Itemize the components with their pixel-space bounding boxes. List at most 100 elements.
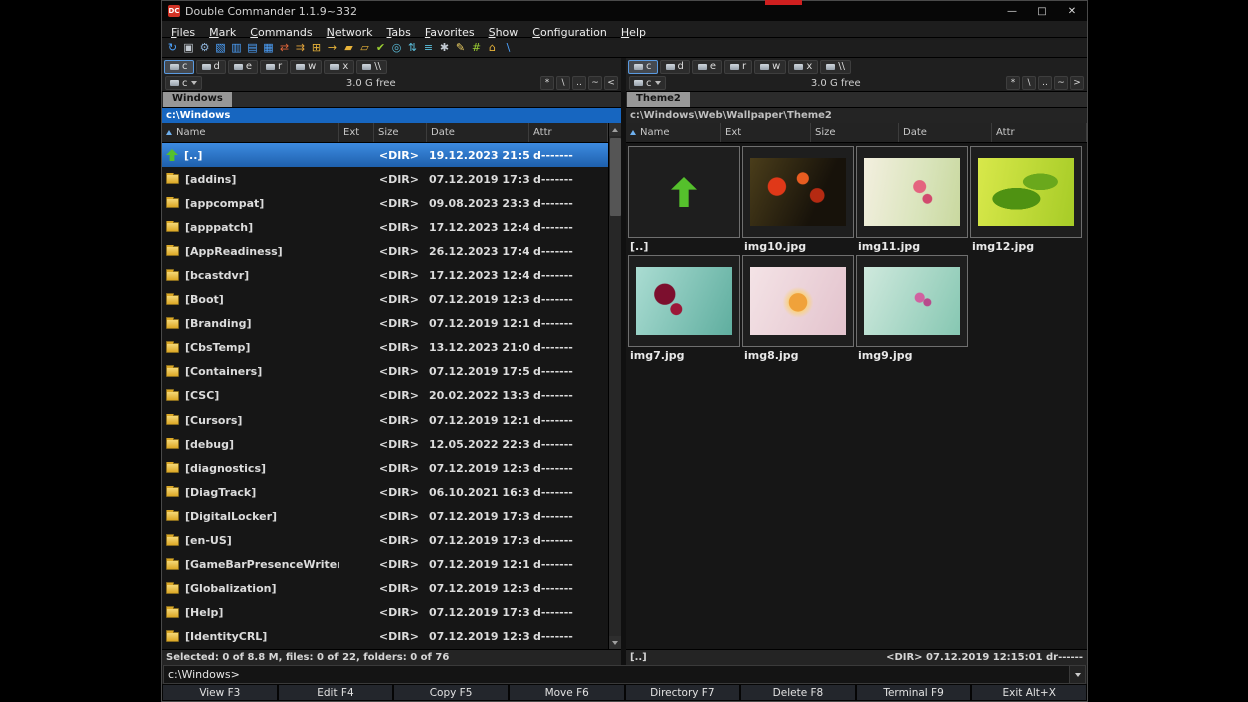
fn-terminal-f9[interactable]: Terminal F9 [857, 685, 971, 700]
drive-button-x-right[interactable]: x [788, 60, 818, 74]
command-prompt[interactable]: c:\Windows> [168, 668, 1069, 681]
scroll-up-icon[interactable] [609, 123, 621, 136]
sync-dirs-icon[interactable]: ⇅ [405, 40, 420, 55]
quick-select-left[interactable]: * [540, 76, 554, 90]
path-bar-right[interactable]: c:\Windows\Web\Wallpaper\Theme2 [626, 108, 1087, 123]
tab-theme2[interactable]: Theme2 [627, 92, 690, 107]
edit-file-icon[interactable]: ✎ [453, 40, 468, 55]
column-header-size[interactable]: Size [374, 123, 427, 142]
fn-move-f6[interactable]: Move F6 [510, 685, 624, 700]
file-row-csc[interactable]: [CSC] <DIR> 20.02.2022 13:35:56 d------- [162, 384, 608, 408]
copy-icon[interactable]: ⊞ [309, 40, 324, 55]
quick-parent-right[interactable]: .. [1038, 76, 1052, 90]
quick-home-right[interactable]: ~ [1054, 76, 1068, 90]
column-header-ext[interactable]: Ext [339, 123, 374, 142]
file-row-cursors[interactable]: [Cursors] <DIR> 07.12.2019 12:14:54 d---… [162, 408, 608, 432]
thumbnail-img10[interactable]: img10.jpg [742, 146, 854, 253]
file-row-cbstemp[interactable]: [CbsTemp] <DIR> 13.12.2023 21:02:03 d---… [162, 336, 608, 360]
drive-button-e-right[interactable]: e [692, 60, 722, 74]
thumbnail-img11[interactable]: img11.jpg [856, 146, 968, 253]
file-row-bcastdvr[interactable]: [bcastdvr] <DIR> 17.12.2023 12:48:17 d--… [162, 263, 608, 287]
checksum-icon[interactable]: # [469, 40, 484, 55]
compare-contents-icon[interactable]: ≡ [421, 40, 436, 55]
quick-parent-left[interactable]: .. [572, 76, 586, 90]
quick-history-right[interactable]: > [1070, 76, 1084, 90]
column-header-ext[interactable]: Ext [721, 123, 811, 142]
scrollbar-vertical[interactable] [608, 123, 621, 649]
path-bar-left[interactable]: c:\Windows [162, 108, 621, 123]
pack-icon[interactable]: ▰ [341, 40, 356, 55]
column-header-size[interactable]: Size [811, 123, 899, 142]
drive-button-x-left[interactable]: x [324, 60, 354, 74]
move-icon[interactable]: → [325, 40, 340, 55]
drive-button-r-left[interactable]: r [260, 60, 288, 74]
quick-select-right[interactable]: * [1006, 76, 1020, 90]
file-row-branding[interactable]: [Branding] <DIR> 07.12.2019 12:14:52 d--… [162, 312, 608, 336]
multi-rename-icon[interactable]: ✱ [437, 40, 452, 55]
column-header-attr[interactable]: Attr [992, 123, 1087, 142]
file-row-diagtrack[interactable]: [DiagTrack] <DIR> 06.10.2021 16:36:17 d-… [162, 480, 608, 504]
file-row-digitallocker[interactable]: [DigitalLocker] <DIR> 07.12.2019 17:34:3… [162, 504, 608, 528]
file-row-up[interactable]: [..] <DIR> 19.12.2023 21:52:53 d------- [162, 143, 608, 167]
drive-button-w-left[interactable]: w [290, 60, 322, 74]
drive-button-c-left[interactable]: c [164, 60, 194, 74]
drive-button-c-right[interactable]: c [628, 60, 658, 74]
file-row-addins[interactable]: [addins] <DIR> 07.12.2019 17:35:43 d----… [162, 167, 608, 191]
close-button[interactable]: ✕ [1057, 1, 1087, 21]
thumbnail-img9[interactable]: img9.jpg [856, 255, 968, 362]
fn-view-f3[interactable]: View F3 [163, 685, 277, 700]
thumbnail-grid[interactable]: [..] img10.jpg img [626, 143, 1087, 649]
maximize-button[interactable]: □ [1027, 1, 1057, 21]
drive-button-network-right[interactable]: \\ [820, 60, 851, 74]
column-header-attr[interactable]: Attr [529, 123, 608, 142]
drive-button-e-left[interactable]: e [228, 60, 258, 74]
full-view-icon[interactable]: ▤ [245, 40, 260, 55]
fn-edit-f4[interactable]: Edit F4 [279, 685, 393, 700]
command-line[interactable]: c:\Windows> [163, 665, 1086, 684]
fn-copy-f5[interactable]: Copy F5 [394, 685, 508, 700]
tree-view-icon[interactable]: ▧ [213, 40, 228, 55]
fn-exit-altx[interactable]: Exit Alt+X [972, 685, 1086, 700]
column-header-name[interactable]: Name [162, 123, 339, 142]
file-row-containers[interactable]: [Containers] <DIR> 07.12.2019 17:58:40 d… [162, 360, 608, 384]
file-row-identitycrl[interactable]: [IdentityCRL] <DIR> 07.12.2019 12:31:03 … [162, 625, 608, 649]
refresh-icon[interactable]: ↻ [165, 40, 180, 55]
drive-combo-left[interactable]: c [165, 76, 202, 90]
quick-home-left[interactable]: ~ [588, 76, 602, 90]
file-row-en-us[interactable]: [en-US] <DIR> 07.12.2019 17:34:32 d-----… [162, 529, 608, 553]
tab-windows[interactable]: Windows [163, 92, 232, 107]
file-row-appcompat[interactable]: [appcompat] <DIR> 09.08.2023 23:34:49 d-… [162, 191, 608, 215]
quick-root-right[interactable]: \ [1022, 76, 1036, 90]
quick-root-left[interactable]: \ [556, 76, 570, 90]
thumbnail-img12[interactable]: img12.jpg [970, 146, 1082, 253]
file-row-gamebarpresencewriter[interactable]: [GameBarPresenceWriter] <DIR> 07.12.2019… [162, 553, 608, 577]
thumbnail-img8[interactable]: img8.jpg [742, 255, 854, 362]
column-header-date[interactable]: Date [899, 123, 992, 142]
column-header-date[interactable]: Date [427, 123, 529, 142]
drive-button-network-left[interactable]: \\ [356, 60, 387, 74]
find-files-icon[interactable]: ◎ [389, 40, 404, 55]
thumbnails-view-icon[interactable]: ▦ [261, 40, 276, 55]
scroll-down-icon[interactable] [609, 636, 621, 649]
file-row-apppatch[interactable]: [apppatch] <DIR> 17.12.2023 12:48:17 d--… [162, 215, 608, 239]
brief-view-icon[interactable]: ▥ [229, 40, 244, 55]
minimize-button[interactable]: — [997, 1, 1027, 21]
fn-directory-f7[interactable]: Directory F7 [626, 685, 740, 700]
network-connect-icon[interactable]: \ [501, 40, 516, 55]
test-archive-icon[interactable]: ✔ [373, 40, 388, 55]
file-row-boot[interactable]: [Boot] <DIR> 07.12.2019 12:31:03 d------… [162, 288, 608, 312]
file-list[interactable]: [..] <DIR> 19.12.2023 21:52:53 d------- … [162, 143, 608, 649]
dropdown-arrow-icon[interactable] [1069, 666, 1085, 683]
quick-history-left[interactable]: < [604, 76, 618, 90]
open-folder-icon[interactable]: ⌂ [485, 40, 500, 55]
file-row-diagnostics[interactable]: [diagnostics] <DIR> 07.12.2019 12:31:03 … [162, 456, 608, 480]
file-row-help[interactable]: [Help] <DIR> 07.12.2019 17:34:32 d------… [162, 601, 608, 625]
file-row-globalization[interactable]: [Globalization] <DIR> 07.12.2019 12:31:0… [162, 577, 608, 601]
file-row-debug[interactable]: [debug] <DIR> 12.05.2022 22:38:23 d-----… [162, 432, 608, 456]
file-row-appreadiness[interactable]: [AppReadiness] <DIR> 26.12.2023 17:41:40… [162, 239, 608, 263]
swap-panels-icon[interactable]: ⇄ [277, 40, 292, 55]
target-equals-source-icon[interactable]: ⇉ [293, 40, 308, 55]
drive-button-d-right[interactable]: d [660, 60, 690, 74]
drive-button-d-left[interactable]: d [196, 60, 226, 74]
thumbnail-up[interactable]: [..] [628, 146, 740, 253]
